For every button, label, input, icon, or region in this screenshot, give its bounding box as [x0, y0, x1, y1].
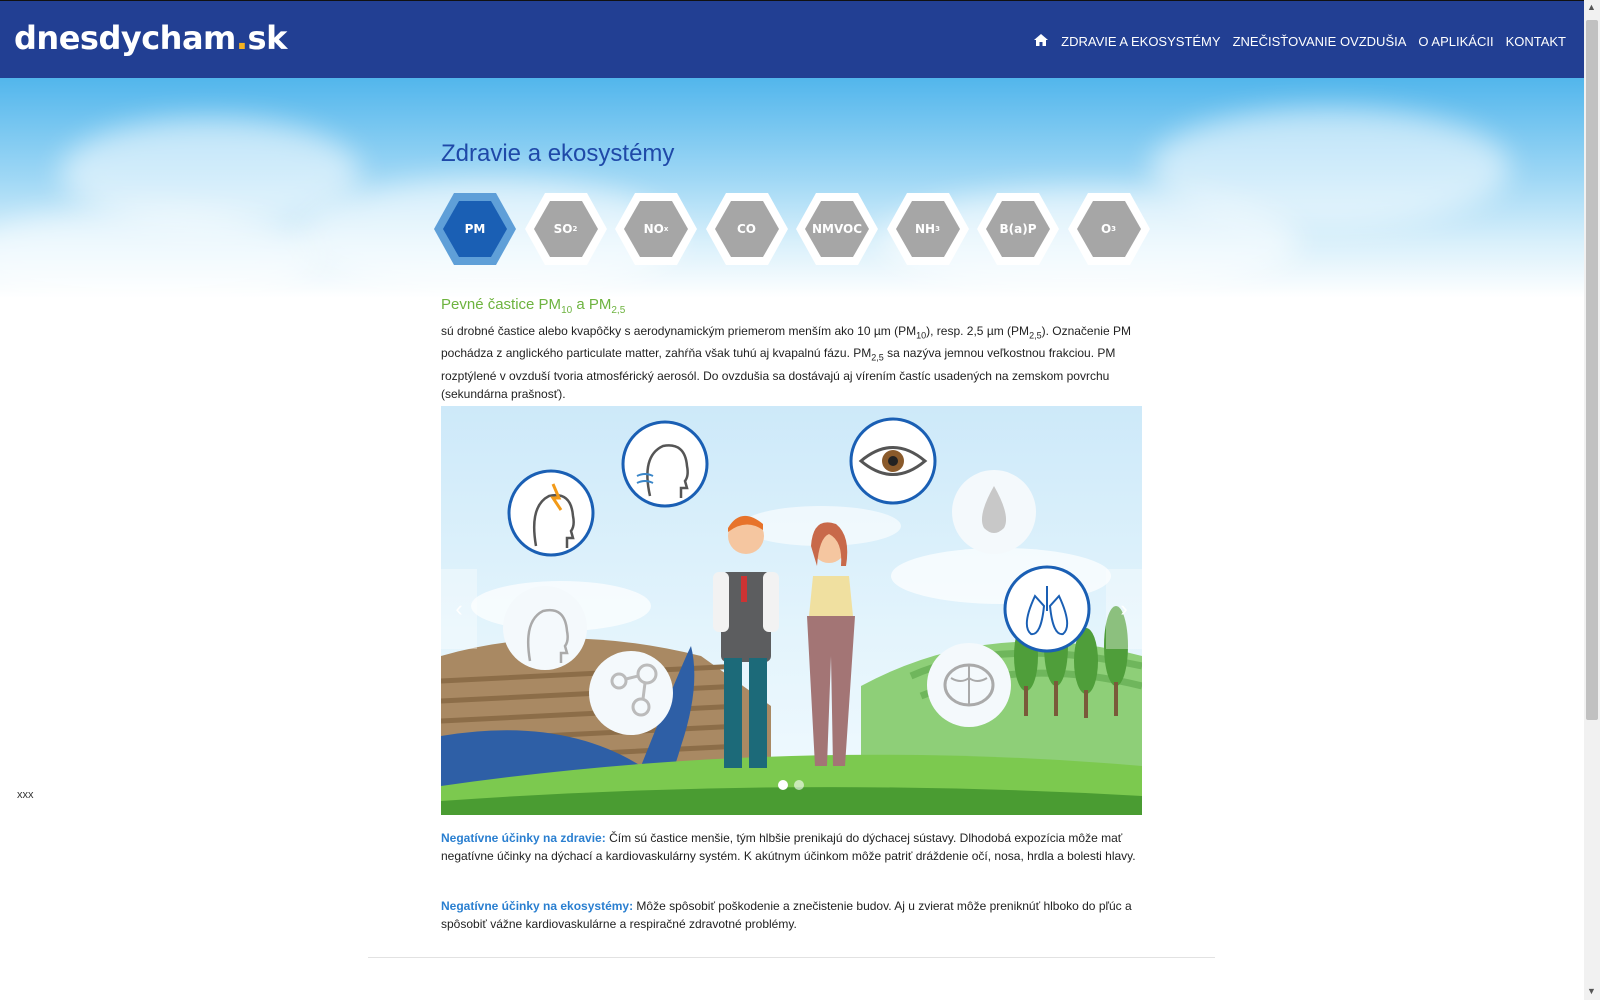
pollutant-label: B(a)P	[999, 222, 1037, 236]
content-divider	[368, 957, 1215, 958]
pollutant-label: CO	[736, 222, 756, 236]
page-scrollbar[interactable]: ▲ ▼	[1584, 0, 1600, 1000]
scroll-down-icon[interactable]: ▼	[1587, 986, 1596, 996]
side-note-text: xxx	[17, 789, 34, 801]
top-navigation-bar: dnesdycham.sk ZDRAVIE A EKOSYSTÉMY ZNEČI…	[0, 0, 1584, 78]
nav-item-znecistovanie[interactable]: ZNEČISŤOVANIE OVZDUŠIA	[1233, 34, 1407, 49]
page-title: Zdravie a ekosystémy	[441, 140, 675, 167]
main-nav: ZDRAVIE A EKOSYSTÉMY ZNEČISŤOVANIE OVZDU…	[1033, 33, 1566, 50]
scrollbar-thumb[interactable]	[1586, 20, 1598, 720]
section-heading: Pevné častice PM10 a PM2,5	[441, 296, 626, 316]
pollutant-label: NMVOC	[811, 222, 863, 236]
chevron-left-icon: ‹	[455, 596, 463, 621]
pollutant-tab-7[interactable]: B(a)P	[976, 192, 1060, 266]
health-effects-illustration	[441, 417, 1142, 815]
pollutant-label: SO 2	[553, 222, 578, 236]
home-icon[interactable]	[1033, 33, 1049, 50]
pollutant-selector: PM SO 2 NO x CO NMVOC NH 3 B(a)P O 3	[433, 192, 1153, 272]
nav-item-zdravie[interactable]: ZDRAVIE A EKOSYSTÉMY	[1061, 34, 1220, 49]
pollutant-tab-6[interactable]: NH 3	[886, 192, 970, 266]
site-logo[interactable]: dnesdycham.sk	[14, 19, 287, 57]
carousel-next-button[interactable]: ›	[1106, 569, 1142, 649]
health-effects-paragraph: Negatívne účinky na zdravie: Čím sú čast…	[441, 831, 1136, 863]
nav-item-kontakt[interactable]: KONTAKT	[1506, 34, 1566, 49]
pollutant-tab-5[interactable]: NMVOC	[795, 192, 879, 266]
carousel-prev-button[interactable]: ‹	[441, 569, 477, 649]
illustration-carousel[interactable]: ‹ ›	[441, 406, 1142, 815]
pollutant-label: NO x	[643, 222, 669, 236]
pollutant-tab-4[interactable]: CO	[705, 192, 789, 266]
pollutant-tab-2[interactable]: SO 2	[524, 192, 608, 266]
scroll-up-icon[interactable]: ▲	[1587, 2, 1596, 12]
pollutant-tab-1[interactable]: PM	[433, 192, 517, 266]
intro-paragraph: sú drobné častice alebo kvapôčky s aerod…	[441, 324, 1131, 401]
carousel-indicators	[778, 780, 804, 790]
pollutant-label: O3	[1100, 222, 1117, 236]
pollutant-label: NH 3	[915, 222, 940, 236]
chevron-right-icon: ›	[1120, 596, 1128, 621]
pollutant-tab-8[interactable]: O3	[1067, 192, 1151, 266]
ecosystem-effects-paragraph: Negatívne účinky na ekosystémy: Môže spô…	[441, 899, 1132, 931]
nav-item-o-aplikacii[interactable]: O APLIKÁCII	[1418, 34, 1493, 49]
carousel-dot-2[interactable]	[794, 780, 804, 790]
carousel-dot-1[interactable]	[778, 780, 788, 790]
pollutant-label: PM	[464, 222, 486, 236]
pollutant-tab-3[interactable]: NO x	[614, 192, 698, 266]
